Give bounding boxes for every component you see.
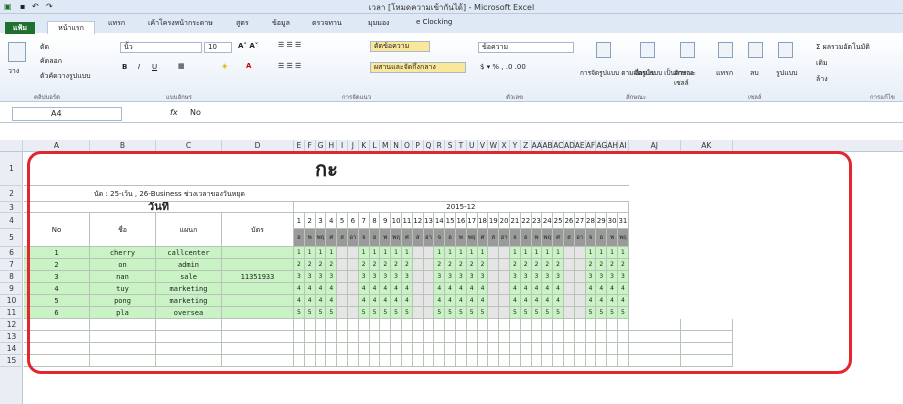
cell-styles-button[interactable]: ลักษณะ เซลล์	[674, 68, 700, 88]
tab-review[interactable]: ตรวจทาน	[312, 18, 342, 29]
format-painter-button[interactable]: ตัวคัดวางรูปแบบ	[40, 71, 91, 82]
cell-styles-icon[interactable]	[680, 42, 695, 58]
row-header[interactable]: 1	[0, 152, 23, 186]
align-left-icon[interactable]: ☰ ☰ ☰	[278, 62, 301, 70]
font-color-icon[interactable]: A	[246, 62, 251, 70]
group-styles: ลักษณะ	[626, 94, 647, 101]
insert-cells-button[interactable]: แทรก	[716, 68, 733, 79]
underline-button[interactable]: U	[152, 63, 157, 71]
formula-bar: A4 fx No	[0, 105, 903, 123]
row-header[interactable]: 4	[0, 213, 23, 229]
merge-center-button[interactable]: ผสานและจัดกึ่งกลาง	[370, 62, 466, 73]
delete-cells-icon[interactable]	[748, 42, 763, 58]
clear-button[interactable]: ล้าง	[816, 74, 828, 85]
align-top-icon[interactable]: ☰ ☰ ☰	[278, 41, 301, 49]
fill-color-icon[interactable]: ◈	[222, 62, 227, 70]
format-cells-icon[interactable]	[778, 42, 793, 58]
font-size-select[interactable]: 10	[204, 42, 232, 53]
group-number: ตัวเลข	[506, 94, 524, 101]
row-headers: 1 2 3 4 5 6 7 8 9 10 11 12 13 14 15	[0, 152, 23, 404]
group-clipboard: คลิปบอร์ด	[34, 94, 61, 101]
font-name-select[interactable]: นิ้ว	[120, 42, 202, 53]
percent-icon[interactable]: $ ▾ % , .0 .00	[480, 63, 526, 71]
tab-insert[interactable]: แทรก	[108, 18, 125, 29]
group-alignment: การจัดแนว	[342, 94, 371, 101]
function-icon[interactable]: fx	[170, 108, 178, 117]
format-cells-button[interactable]: รูปแบบ	[776, 68, 798, 79]
tab-page-layout[interactable]: เค้าโครงหน้ากระดาษ	[148, 18, 213, 29]
format-table-icon[interactable]	[640, 42, 655, 58]
number-format-select[interactable]: ข้อความ	[478, 42, 574, 53]
tab-eclocking[interactable]: e Clocking	[416, 18, 452, 26]
border-icon[interactable]: ▦	[178, 62, 185, 70]
row-header[interactable]: 7	[0, 259, 23, 271]
tab-formulas[interactable]: สูตร	[236, 18, 249, 29]
group-editing: การแก้ไข	[870, 94, 895, 101]
tab-view[interactable]: มุมมอง	[368, 18, 389, 29]
group-cells: เซลล์	[748, 94, 762, 101]
highlight-frame	[27, 151, 852, 374]
insert-cells-icon[interactable]	[718, 42, 733, 58]
row-header[interactable]: 6	[0, 247, 23, 259]
row-header[interactable]: 5	[0, 229, 23, 247]
formula-input[interactable]: No	[190, 108, 201, 117]
autosum-button[interactable]: Σ ผลรวมอัตโนมัติ	[816, 42, 870, 53]
cut-button[interactable]: ตัด	[40, 42, 49, 53]
name-box[interactable]: A4	[12, 107, 122, 121]
row-header[interactable]: 12	[0, 319, 23, 331]
row-header[interactable]: 9	[0, 283, 23, 295]
paste-button[interactable]: วาง	[8, 66, 19, 77]
row-header[interactable]: 10	[0, 295, 23, 307]
group-font: แบบอักษร	[166, 94, 192, 101]
tab-home[interactable]: หน้าแรก	[47, 21, 95, 35]
delete-cells-button[interactable]: ลบ	[750, 68, 759, 79]
wrap-text-button[interactable]: ตัดข้อความ	[370, 41, 430, 52]
tab-data[interactable]: ข้อมูล	[272, 18, 290, 29]
italic-button[interactable]: I	[138, 63, 140, 71]
paste-icon[interactable]	[8, 42, 26, 62]
window-title: เวลา [โหมดความเข้ากันได้] - Microsoft Ex…	[368, 3, 535, 12]
ribbon: วาง ตัด คัดลอก ตัวคัดวางรูปแบบ คลิปบอร์ด…	[0, 34, 903, 102]
autosum-label: ผลรวมอัตโนมัติ	[822, 43, 870, 51]
row-header[interactable]: 14	[0, 343, 23, 355]
select-all-corner[interactable]	[0, 140, 23, 152]
conditional-format-icon[interactable]	[596, 42, 611, 58]
copy-button[interactable]: คัดลอก	[40, 56, 62, 67]
ribbon-tabs: แทรก เค้าโครงหน้ากระดาษ สูตร ข้อมูล ตรวจ…	[0, 14, 903, 33]
row-header[interactable]: 15	[0, 355, 23, 367]
row-header[interactable]: 8	[0, 271, 23, 283]
row-header[interactable]: 13	[0, 331, 23, 343]
row-header[interactable]: 2	[0, 186, 23, 202]
row-header[interactable]: 11	[0, 307, 23, 319]
grow-font-button[interactable]: A˄ A˅	[238, 42, 258, 50]
title-bar: ▣ ▪ ↶ ↷ เวลา [โหมดความเข้ากันได้] - Micr…	[0, 0, 903, 14]
bold-button[interactable]: B	[122, 63, 127, 71]
row-header[interactable]: 3	[0, 202, 23, 213]
fill-button[interactable]: เติม	[816, 58, 828, 69]
